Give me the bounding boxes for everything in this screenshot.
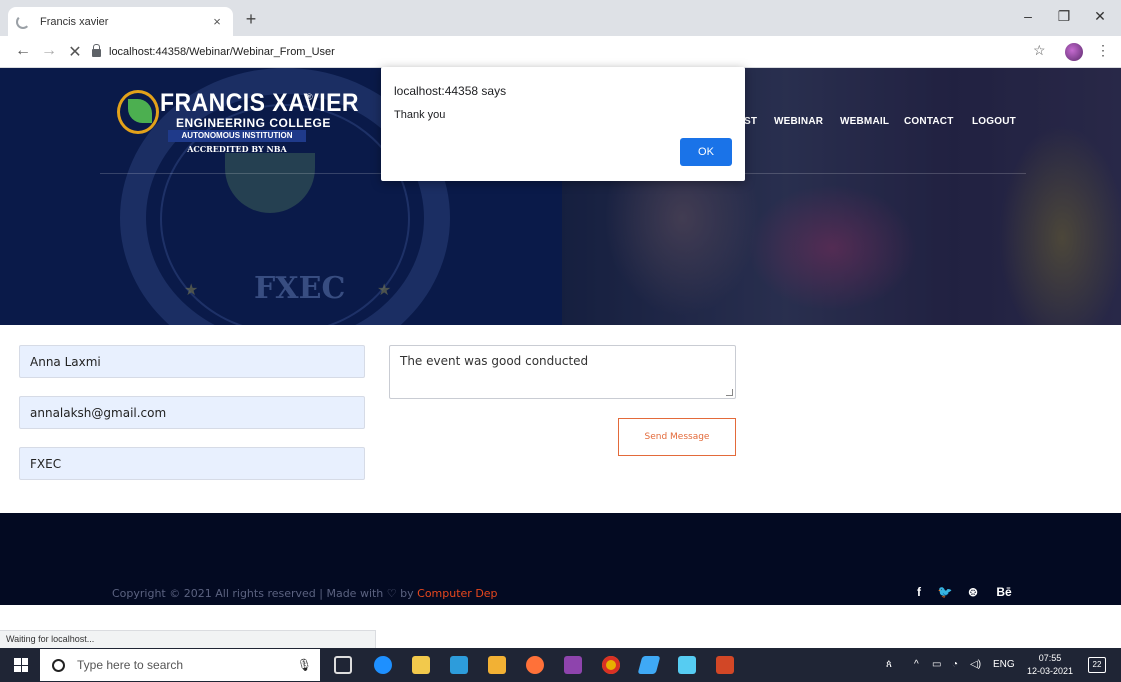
powerpoint-icon[interactable] [716, 656, 734, 674]
photos-icon[interactable] [678, 656, 696, 674]
seal-star-icon: ★ [184, 282, 199, 299]
message-text: The event was good conducted [400, 354, 589, 368]
file-explorer-icon[interactable] [488, 656, 506, 674]
twitter-icon[interactable]: 🐦 [936, 585, 954, 599]
star-icon[interactable]: ☆ [1033, 42, 1046, 59]
dialog-title: localhost:44358 says [394, 84, 507, 98]
address-bar: ← → ✕ localhost:44358/Webinar/Webinar_Fr… [0, 36, 1121, 68]
mail-icon[interactable] [450, 656, 468, 674]
tray-chevron-icon[interactable]: ^ [914, 659, 919, 670]
start-windows-icon[interactable] [14, 658, 28, 672]
department-link[interactable]: Computer Dep [417, 587, 497, 600]
tab-title: Francis xavier [40, 15, 109, 28]
nav-item-partial[interactable]: ST [744, 116, 757, 127]
browser-status-bubble: Waiting for localhost... [0, 630, 376, 648]
nav-item-webmail[interactable]: WEBMAIL [840, 116, 889, 127]
logo-title: FRANCIS XAVIER [160, 89, 359, 117]
language-indicator[interactable]: ENG [993, 659, 1015, 670]
name-input[interactable]: Anna Laxmi [19, 345, 365, 378]
dialog-message: Thank you [394, 109, 446, 121]
taskbar-clock[interactable]: 07:55 12-03-2021 [1024, 652, 1076, 678]
clock-time: 07:55 [1038, 653, 1062, 663]
edge-icon[interactable] [374, 656, 392, 674]
people-icon[interactable]: ጰ [886, 659, 892, 670]
logo-autonomous-badge: AUTONOMOUS INSTITUTION [168, 130, 306, 142]
close-window-button[interactable]: ✕ [1088, 8, 1112, 25]
forward-icon[interactable]: → [38, 42, 60, 60]
college-input[interactable]: FXEC [19, 447, 365, 480]
lock-icon [92, 44, 101, 57]
nav-item-webinar[interactable]: WEBINAR [774, 116, 823, 127]
app-icon[interactable] [637, 656, 661, 674]
cortana-icon [52, 658, 65, 672]
notifications-icon[interactable]: 22 [1088, 657, 1106, 673]
store-icon[interactable] [412, 656, 430, 674]
tab-close-icon[interactable]: × [209, 14, 225, 29]
task-view-icon[interactable] [334, 656, 352, 674]
seal-star-icon: ★ [377, 282, 392, 299]
stop-icon[interactable]: ✕ [64, 42, 86, 62]
copyright-label: Copyright © 2021 All rights reserved | M… [112, 587, 418, 600]
chrome-icon[interactable] [602, 656, 620, 674]
nav-item-logout[interactable]: LOGOUT [972, 116, 1016, 127]
dribbble-icon[interactable]: ⊛ [964, 585, 982, 599]
site-footer: Copyright © 2021 All rights reserved | M… [0, 513, 1121, 605]
send-message-button[interactable]: Send Message [618, 418, 736, 456]
visual-studio-icon[interactable] [564, 656, 582, 674]
browser-tab-strip: Francis xavier × + – ❐ ✕ [0, 0, 1121, 36]
microphone-icon[interactable]: 🎙 [297, 658, 312, 672]
back-icon[interactable]: ← [12, 42, 34, 60]
taskbar-search[interactable]: Type here to search 🎙 [40, 649, 320, 681]
alert-dialog: localhost:44358 says Thank you OK [381, 67, 745, 181]
url-text: localhost:44358/Webinar/Webinar_From_Use… [109, 46, 335, 58]
copyright-text: Copyright © 2021 All rights reserved | M… [112, 587, 498, 600]
browser-tab[interactable]: Francis xavier × [8, 7, 233, 36]
resize-handle-icon[interactable] [726, 389, 733, 396]
logo-subtitle: ENGINEERING COLLEGE [176, 116, 331, 130]
email-input[interactable]: annalaksh@gmail.com [19, 396, 365, 429]
restore-button[interactable]: ❐ [1052, 8, 1076, 25]
volume-icon[interactable]: ◁) [970, 659, 981, 670]
new-tab-button[interactable]: + [240, 9, 262, 30]
wifi-icon[interactable]: ◔ [952, 659, 958, 670]
message-textarea[interactable]: The event was good conducted [389, 345, 736, 399]
profile-avatar[interactable] [1065, 43, 1083, 61]
loading-icon [16, 14, 30, 29]
logo-registered-mark: ® [306, 92, 313, 102]
clock-date: 12-03-2021 [1026, 666, 1074, 676]
firefox-icon[interactable] [526, 656, 544, 674]
windows-taskbar: Type here to search 🎙 ጰ ^ ▭ ◔ ◁) ENG 07:… [0, 648, 1121, 682]
seal-text: FXEC [254, 271, 346, 306]
facebook-icon[interactable]: f [910, 585, 928, 599]
search-placeholder: Type here to search [77, 658, 184, 672]
behance-icon[interactable]: Bē [992, 585, 1016, 599]
minimize-button[interactable]: – [1016, 8, 1040, 24]
nav-item-contact[interactable]: CONTACT [904, 116, 954, 127]
battery-icon[interactable]: ▭ [932, 659, 941, 670]
logo-accreditation: ACCREDITED BY NBA [187, 144, 287, 154]
ok-button[interactable]: OK [680, 138, 732, 166]
logo-leaf-icon [128, 99, 152, 123]
url-field[interactable]: localhost:44358/Webinar/Webinar_From_Use… [92, 40, 1092, 64]
menu-icon[interactable]: ⋮ [1096, 42, 1110, 59]
college-logo-icon[interactable] [117, 90, 159, 134]
